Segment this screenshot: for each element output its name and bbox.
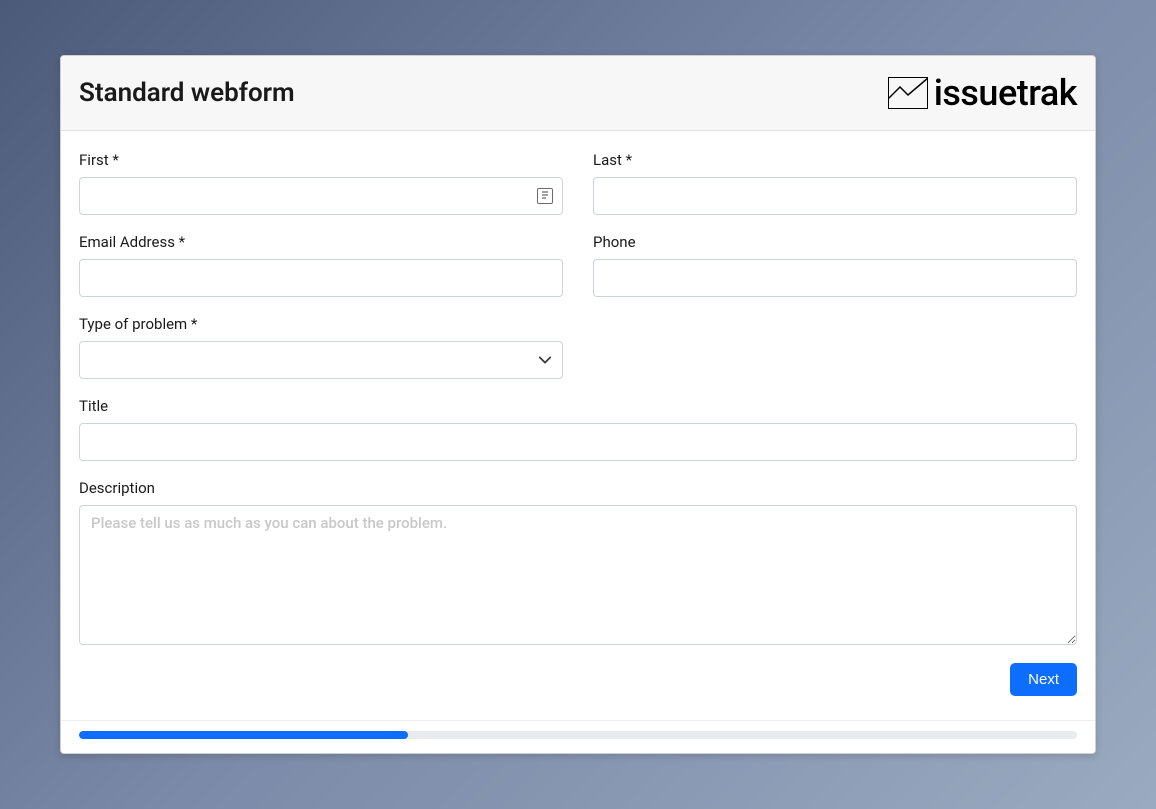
email-field[interactable] [79,259,563,297]
row-name: First * Last * [79,151,1077,215]
first-name-field[interactable] [79,177,563,215]
first-name-group: First * [79,151,563,215]
card-header: Standard webform issuetrak [61,56,1095,131]
row-title: Title [79,397,1077,461]
title-label: Title [79,397,1077,415]
problem-type-label: Type of problem * [79,315,563,333]
email-label: Email Address * [79,233,563,251]
row-contact: Email Address * Phone [79,233,1077,297]
title-field[interactable] [79,423,1077,461]
phone-group: Phone [593,233,1077,297]
row-problem: Type of problem * [79,315,1077,379]
row-description: Description [79,479,1077,645]
page-title: Standard webform [79,78,295,108]
first-name-label: First * [79,151,563,169]
phone-field[interactable] [593,259,1077,297]
email-group: Email Address * [79,233,563,297]
issuetrak-logo-icon [888,77,928,109]
brand-name: issuetrak [934,72,1077,114]
problem-type-group: Type of problem * [79,315,563,379]
last-name-field[interactable] [593,177,1077,215]
last-name-label: Last * [593,151,1077,169]
form-body: First * Last * Email Address * Phone [61,131,1095,720]
description-label: Description [79,479,1077,497]
empty-spacer [593,315,1077,379]
last-name-group: Last * [593,151,1077,215]
webform-card: Standard webform issuetrak First * [60,55,1096,754]
problem-type-select[interactable] [79,341,563,379]
title-group: Title [79,397,1077,461]
description-group: Description [79,479,1077,645]
button-row: Next [79,663,1077,696]
next-button[interactable]: Next [1010,663,1077,696]
phone-label: Phone [593,233,1077,251]
progress-fill [79,731,408,739]
progress-container [61,720,1095,753]
description-field[interactable] [79,505,1077,645]
progress-bar [79,731,1077,739]
brand-logo: issuetrak [888,72,1077,114]
